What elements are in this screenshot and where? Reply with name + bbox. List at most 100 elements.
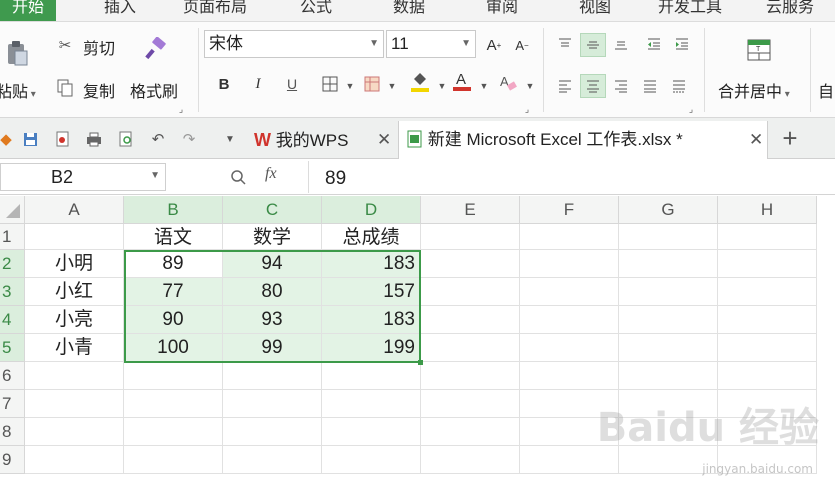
- cell-h2[interactable]: [718, 250, 817, 278]
- menu-tab-page-layout[interactable]: 页面布局: [183, 0, 247, 17]
- close-icon[interactable]: ✕: [377, 121, 391, 159]
- paste-icon[interactable]: [4, 40, 30, 66]
- format-painter-button[interactable]: 格式刷: [130, 78, 178, 102]
- cell-d6[interactable]: [322, 362, 421, 390]
- format-painter-icon[interactable]: [143, 36, 169, 62]
- row-header-3[interactable]: 3: [0, 278, 25, 306]
- cell-c4[interactable]: 93: [223, 306, 322, 334]
- font-color-icon[interactable]: A: [452, 71, 472, 91]
- fx-icon[interactable]: fx: [265, 165, 277, 183]
- cell-d1[interactable]: 总成绩: [322, 224, 421, 250]
- formula-input[interactable]: 89: [308, 161, 835, 193]
- cell-b6[interactable]: [124, 362, 223, 390]
- cell-d5[interactable]: 199: [322, 334, 421, 362]
- chevron-down-icon[interactable]: ▼: [382, 76, 402, 96]
- cell-d2[interactable]: 183: [322, 250, 421, 278]
- cell-f3[interactable]: [520, 278, 619, 306]
- cell-h4[interactable]: [718, 306, 817, 334]
- row-header-5[interactable]: 5: [0, 334, 25, 362]
- menu-tab-view[interactable]: 视图: [579, 0, 611, 17]
- chevron-down-icon[interactable]: ▼: [150, 170, 160, 181]
- row-header-7[interactable]: 7: [0, 390, 25, 418]
- tab-my-wps[interactable]: W 我的WPS ✕: [250, 121, 394, 159]
- print-icon[interactable]: [84, 129, 104, 149]
- cell-a9[interactable]: [25, 446, 124, 474]
- cell-h3[interactable]: [718, 278, 817, 306]
- borders-icon[interactable]: [320, 74, 340, 94]
- cell-b2[interactable]: 89: [124, 250, 223, 278]
- cell-c6[interactable]: [223, 362, 322, 390]
- align-middle-icon[interactable]: [580, 33, 606, 57]
- cell-a2[interactable]: 小明: [25, 250, 124, 278]
- cell-f5[interactable]: [520, 334, 619, 362]
- row-header-4[interactable]: 4: [0, 306, 25, 334]
- distributed-icon[interactable]: [669, 76, 689, 96]
- clipboard-launcher-icon[interactable]: ⌟: [176, 104, 186, 114]
- italic-button[interactable]: I: [248, 74, 268, 94]
- cell-f4[interactable]: [520, 306, 619, 334]
- new-tab-plus-icon[interactable]: +: [778, 123, 802, 153]
- menu-tab-insert[interactable]: 插入: [104, 0, 136, 17]
- print-preview-icon[interactable]: [116, 129, 136, 149]
- column-header-a[interactable]: A: [25, 196, 124, 224]
- cell-h5[interactable]: [718, 334, 817, 362]
- cell-e3[interactable]: [421, 278, 520, 306]
- cell-a8[interactable]: [25, 418, 124, 446]
- menu-tab-developer[interactable]: 开发工具: [658, 0, 722, 17]
- cell-style-icon[interactable]: [362, 74, 382, 94]
- zoom-search-icon[interactable]: [228, 167, 248, 187]
- cell-b5[interactable]: 100: [124, 334, 223, 362]
- cell-b4[interactable]: 90: [124, 306, 223, 334]
- cell-e5[interactable]: [421, 334, 520, 362]
- menu-tab-formulas[interactable]: 公式: [300, 0, 332, 17]
- cell-c7[interactable]: [223, 390, 322, 418]
- cell-b1[interactable]: 语文: [124, 224, 223, 250]
- chevron-down-icon[interactable]: ▼: [432, 76, 452, 96]
- close-icon[interactable]: ✕: [749, 121, 763, 159]
- cell-a6[interactable]: [25, 362, 124, 390]
- cell-c2[interactable]: 94: [223, 250, 322, 278]
- cell-c5[interactable]: 99: [223, 334, 322, 362]
- cell-b7[interactable]: [124, 390, 223, 418]
- menu-tab-data[interactable]: 数据: [393, 0, 425, 17]
- cell-b9[interactable]: [124, 446, 223, 474]
- chevron-down-icon[interactable]: ▼: [340, 76, 360, 96]
- cell-a5[interactable]: 小青: [25, 334, 124, 362]
- cell-b8[interactable]: [124, 418, 223, 446]
- select-all-corner[interactable]: [0, 196, 25, 224]
- copy-icon[interactable]: [55, 78, 75, 98]
- cell-e2[interactable]: [421, 250, 520, 278]
- fill-color-icon[interactable]: [410, 72, 430, 92]
- bold-button[interactable]: B: [214, 74, 234, 94]
- cell-d8[interactable]: [322, 418, 421, 446]
- column-header-d[interactable]: D: [322, 196, 421, 224]
- paste-button[interactable]: 粘贴 ▾: [0, 78, 36, 102]
- column-header-b[interactable]: B: [124, 196, 223, 224]
- row-header-1[interactable]: 1: [0, 224, 25, 250]
- cell-g2[interactable]: [619, 250, 718, 278]
- cell-e8[interactable]: [421, 418, 520, 446]
- decrease-indent-icon[interactable]: [644, 34, 664, 54]
- cell-g3[interactable]: [619, 278, 718, 306]
- cell-c1[interactable]: 数学: [223, 224, 322, 250]
- cell-c9[interactable]: [223, 446, 322, 474]
- copy-button[interactable]: 复制: [83, 78, 115, 102]
- cell-b3[interactable]: 77: [124, 278, 223, 306]
- tab-workbook[interactable]: 新建 Microsoft Excel 工作表.xlsx * ✕: [398, 121, 768, 159]
- cell-g6[interactable]: [619, 362, 718, 390]
- fill-handle[interactable]: [418, 360, 423, 365]
- increase-indent-icon[interactable]: [672, 34, 692, 54]
- font-launcher-icon[interactable]: ⌟: [522, 104, 532, 114]
- cut-button[interactable]: 剪切: [83, 35, 115, 59]
- cell-a4[interactable]: 小亮: [25, 306, 124, 334]
- align-bottom-icon[interactable]: [611, 34, 631, 54]
- row-header-9[interactable]: 9: [0, 446, 25, 474]
- cell-f1[interactable]: [520, 224, 619, 250]
- export-pdf-icon[interactable]: [52, 129, 72, 149]
- column-header-e[interactable]: E: [421, 196, 520, 224]
- chevron-down-icon[interactable]: ▼: [520, 76, 540, 96]
- align-right-icon[interactable]: [611, 76, 631, 96]
- font-name-select[interactable]: 宋体 ▼: [204, 30, 384, 58]
- cell-g5[interactable]: [619, 334, 718, 362]
- auto-wrap-button[interactable]: 自: [818, 78, 834, 102]
